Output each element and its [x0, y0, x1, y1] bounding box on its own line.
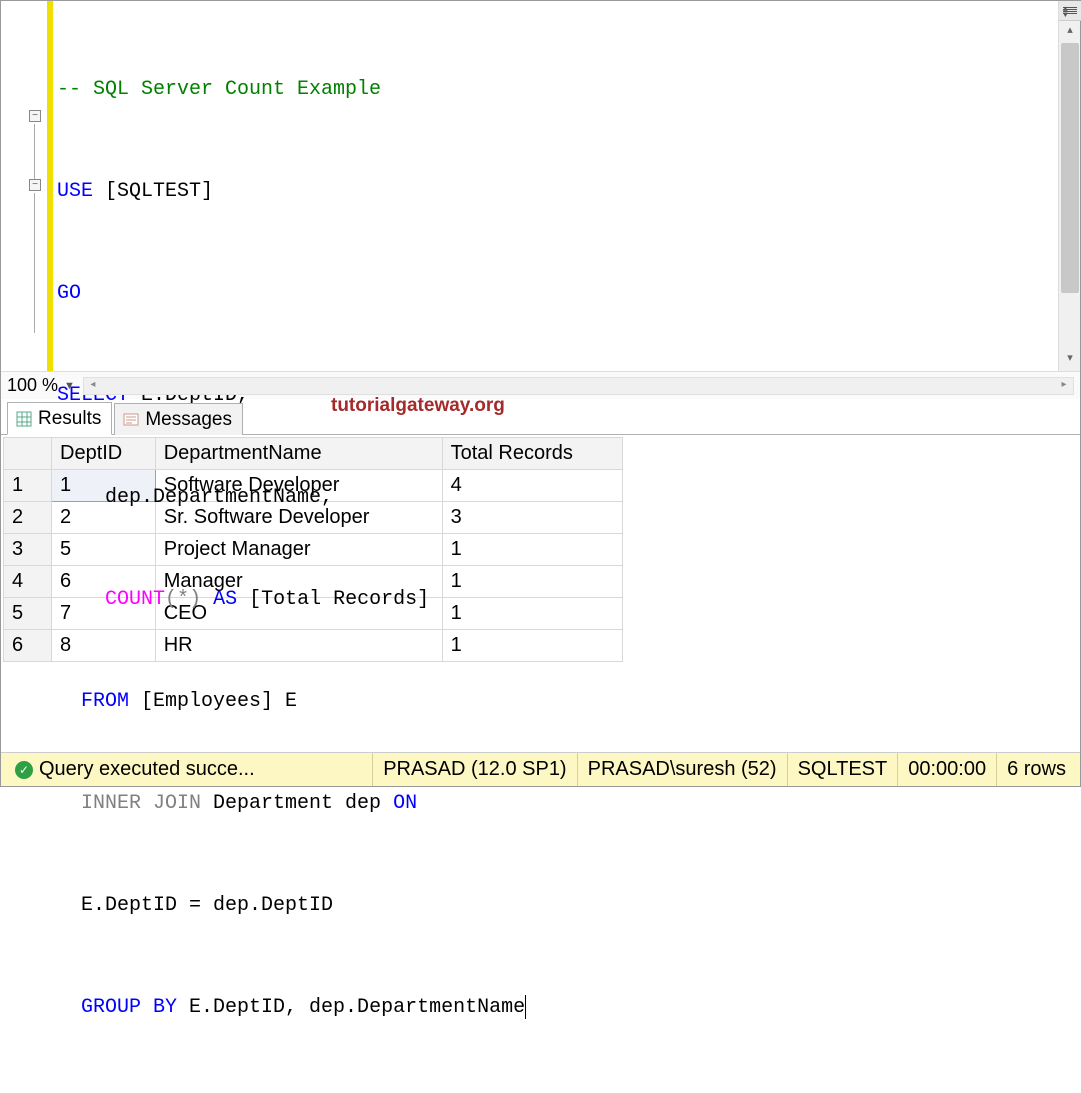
row-number[interactable]: 2: [4, 502, 52, 534]
status-message-cell: ✓ Query executed succe...: [5, 753, 372, 786]
row-number[interactable]: 5: [4, 598, 52, 630]
scroll-thumb[interactable]: [1061, 43, 1079, 293]
code-area[interactable]: -- SQL Server Count Example USE [SQLTEST…: [47, 1, 1058, 371]
message-icon: [123, 412, 139, 428]
kw-on: ON: [393, 792, 417, 815]
tab-results[interactable]: Results: [7, 402, 112, 435]
fold-toggle-icon[interactable]: −: [29, 110, 41, 122]
code-text: E.DeptID = dep.DeptID: [57, 894, 333, 917]
scroll-down-icon[interactable]: ▾: [1059, 349, 1081, 369]
tab-label: Results: [38, 408, 101, 430]
editor-gutter: − −: [1, 1, 47, 371]
corner-cell[interactable]: [4, 438, 52, 470]
vertical-scrollbar[interactable]: ▲ ▼ ▴ ▾: [1058, 1, 1080, 371]
text-caret: [525, 995, 526, 1019]
kw-use: USE: [57, 180, 93, 203]
kw-by: BY: [141, 996, 177, 1019]
grid-icon: [16, 411, 32, 427]
scroll-up-icon[interactable]: ▴: [1059, 21, 1081, 41]
fn-count: COUNT: [57, 588, 165, 611]
code-text: Department dep: [201, 792, 393, 815]
status-time: 00:00:00: [897, 753, 996, 786]
kw-go: GO: [57, 282, 81, 305]
tab-label: Messages: [145, 409, 232, 431]
status-bar: ✓ Query executed succe... PRASAD (12.0 S…: [1, 752, 1080, 786]
paren: ): [189, 588, 201, 611]
code-text: dep.DepartmentName,: [57, 486, 333, 509]
fold-toggle-icon[interactable]: −: [29, 179, 41, 191]
kw-inner: INNER: [57, 792, 141, 815]
star: *: [177, 588, 189, 611]
status-user: PRASAD\suresh (52): [577, 753, 787, 786]
code-text: [Employees] E: [129, 690, 297, 713]
status-db: SQLTEST: [787, 753, 898, 786]
status-message: Query executed succe...: [39, 758, 255, 781]
row-number[interactable]: 6: [4, 630, 52, 662]
code-text: [SQLTEST]: [93, 180, 213, 203]
code-text: E.DeptID, dep.DepartmentName: [177, 996, 525, 1019]
kw-join: JOIN: [141, 792, 201, 815]
status-server: PRASAD (12.0 SP1): [372, 753, 576, 786]
row-number[interactable]: 4: [4, 566, 52, 598]
watermark-text: tutorialgateway.org: [331, 395, 505, 417]
row-number[interactable]: 1: [4, 470, 52, 502]
success-icon: ✓: [15, 761, 33, 779]
kw-as: AS: [201, 588, 237, 611]
scroll-right-icon[interactable]: ▸: [1055, 378, 1073, 394]
split-handle-icon[interactable]: ▲ ▼: [1059, 1, 1081, 21]
sql-editor[interactable]: − − -- SQL Server Count Example USE [SQL…: [1, 1, 1080, 371]
tab-messages[interactable]: Messages: [114, 403, 243, 435]
zoom-value: 100 %: [7, 375, 58, 396]
row-number[interactable]: 3: [4, 534, 52, 566]
kw-from: FROM: [57, 690, 129, 713]
code-text: [Total Records]: [237, 588, 429, 611]
scroll-left-icon[interactable]: ◂: [84, 378, 102, 394]
kw-group: GROUP: [57, 996, 141, 1019]
code-comment: -- SQL Server Count Example: [57, 78, 381, 101]
horizontal-scrollbar[interactable]: ◂ ▸: [83, 377, 1074, 395]
paren: (: [165, 588, 177, 611]
status-rows: 6 rows: [996, 753, 1076, 786]
